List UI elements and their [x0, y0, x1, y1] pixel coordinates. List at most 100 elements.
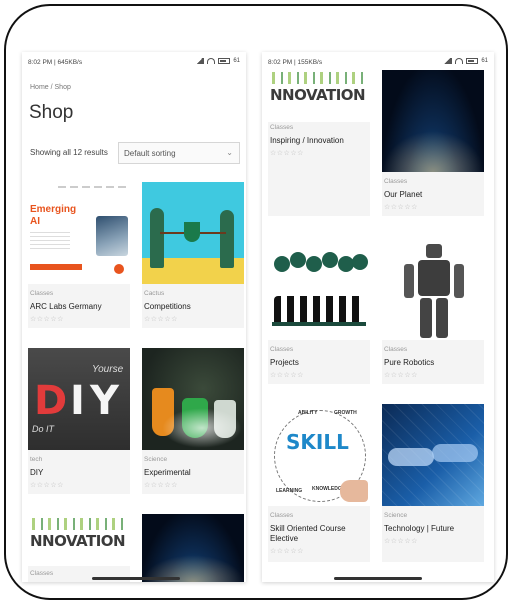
product-category[interactable]: Classes — [384, 346, 407, 353]
robot-arm — [404, 264, 414, 298]
product-category[interactable]: Classes — [30, 290, 53, 297]
star-rating: ☆☆☆☆☆ — [270, 548, 304, 555]
battery-icon — [466, 58, 479, 64]
signal-icon — [195, 58, 205, 64]
robot-leg — [420, 298, 432, 338]
product-image[interactable]: Emerging AI — [28, 182, 130, 284]
product-card[interactable]: NNOVATION Classes — [28, 514, 130, 582]
person-figure — [220, 210, 234, 268]
product-image[interactable]: ABILITY GROWTH SKILL LEARNING KNOWLEDGE — [268, 404, 370, 506]
earth-glow — [382, 131, 484, 172]
product-image[interactable]: NNOVATION — [28, 514, 130, 566]
robot-head — [426, 244, 442, 258]
website-chat-dot — [114, 264, 124, 274]
tree-graphic — [290, 252, 306, 268]
status-bar: 8:02 PM | 645KB/s 61 — [22, 52, 246, 74]
product-category[interactable]: Classes — [270, 346, 293, 353]
breadcrumb[interactable]: Home / Shop — [30, 84, 71, 91]
website-photo — [96, 216, 128, 256]
product-card[interactable]: Classes Our Planet ☆☆☆☆☆ — [382, 70, 484, 216]
product-image[interactable]: Yourse D I Y Do IT — [28, 348, 130, 450]
product-card[interactable] — [142, 514, 244, 582]
star-rating: ☆☆☆☆☆ — [30, 482, 64, 489]
mindmap-label: GROWTH — [334, 410, 357, 416]
product-name[interactable]: Experimental — [144, 468, 242, 478]
diy-letter: I — [70, 378, 85, 424]
product-category[interactable]: Classes — [270, 512, 293, 519]
wifi-icon — [455, 58, 464, 64]
product-image[interactable] — [268, 238, 370, 340]
product-name[interactable]: Inspiring / Innovation — [270, 136, 368, 146]
product-card[interactable]: ABILITY GROWTH SKILL LEARNING KNOWLEDGE … — [268, 404, 370, 562]
product-name[interactable]: DIY — [30, 468, 128, 478]
product-card[interactable]: Science Technology | Future ☆☆☆☆☆ — [382, 404, 484, 562]
diy-scribble: Do IT — [32, 424, 55, 434]
product-image[interactable] — [382, 70, 484, 172]
star-rating: ☆☆☆☆☆ — [144, 316, 178, 323]
hand-graphic — [340, 480, 368, 502]
signal-icon — [443, 58, 453, 64]
innovation-word: NNOVATION — [30, 532, 126, 550]
website-button-graphic — [30, 264, 82, 270]
diy-scribble: Yourse — [92, 364, 124, 375]
product-category[interactable]: Classes — [270, 124, 293, 131]
product-category[interactable]: Science — [384, 512, 407, 519]
innovation-word: NNOVATION — [270, 86, 366, 104]
product-category[interactable]: Classes — [30, 570, 53, 577]
mindmap-label: LEARNING — [276, 488, 303, 494]
product-name[interactable]: Competitions — [144, 302, 242, 312]
home-indicator[interactable] — [92, 577, 180, 580]
robot-arm — [454, 264, 464, 298]
website-headline: Emerging AI — [30, 204, 77, 227]
product-image[interactable]: NNOVATION — [268, 70, 370, 122]
star-rating: ☆☆☆☆☆ — [384, 372, 418, 379]
product-name[interactable]: Projects — [270, 358, 368, 368]
product-card[interactable]: NNOVATION Classes Inspiring / Innovation… — [268, 70, 370, 216]
result-count: Showing all 12 results — [30, 148, 108, 157]
tree-graphic — [274, 256, 290, 272]
product-category[interactable]: Science — [144, 456, 167, 463]
product-image[interactable] — [142, 348, 244, 450]
hand-graphic — [388, 448, 434, 466]
product-category[interactable]: tech — [30, 456, 42, 463]
product-card[interactable]: Classes Pure Robotics ☆☆☆☆☆ — [382, 238, 484, 384]
product-category[interactable]: Classes — [384, 178, 407, 185]
product-name[interactable]: ARC Labs Germany — [30, 302, 128, 312]
star-rating: ☆☆☆☆☆ — [270, 372, 304, 379]
diy-letter: Y — [90, 378, 119, 424]
battery-icon — [218, 58, 231, 64]
product-card[interactable]: Cactus Competitions ☆☆☆☆☆ — [142, 182, 244, 328]
product-image[interactable] — [142, 514, 244, 582]
status-icons: 61 — [195, 58, 240, 64]
product-card[interactable]: Emerging AI Classes ARC Labs Germany ☆☆☆… — [28, 182, 130, 328]
skill-word: SKILL — [286, 430, 349, 454]
sort-selected-value: Default sorting — [124, 149, 176, 158]
product-image[interactable] — [382, 238, 484, 340]
people-silhouettes — [274, 296, 364, 324]
product-image[interactable] — [142, 182, 244, 284]
robot-body — [418, 260, 450, 296]
status-time: 8:02 PM | 155KB/s — [268, 59, 323, 66]
product-category[interactable]: Cactus — [144, 290, 164, 297]
product-card[interactable]: Yourse D I Y Do IT tech DIY ☆☆☆☆☆ — [28, 348, 130, 494]
home-indicator[interactable] — [334, 577, 422, 580]
trophy-icon — [184, 222, 200, 242]
sort-select[interactable]: Default sorting ⌄ — [118, 142, 240, 164]
star-rating: ☆☆☆☆☆ — [30, 316, 64, 323]
wifi-icon — [207, 58, 216, 64]
product-name[interactable]: Pure Robotics — [384, 358, 482, 368]
smoke-graphic — [162, 408, 242, 448]
right-phone-screen: 8:02 PM | 155KB/s 61 NNOVATION Classes I… — [262, 52, 494, 582]
star-rating: ☆☆☆☆☆ — [144, 482, 178, 489]
product-name[interactable]: Our Planet — [384, 190, 482, 200]
doodle-graphic — [272, 72, 366, 84]
hand-graphic — [432, 444, 478, 462]
person-figure — [150, 208, 164, 268]
product-name[interactable]: Skill Oriented Course Elective — [270, 524, 368, 544]
product-image[interactable] — [382, 404, 484, 506]
chevron-down-icon: ⌄ — [226, 148, 233, 157]
product-name[interactable]: Technology | Future — [384, 524, 482, 534]
product-card[interactable]: Science Experimental ☆☆☆☆☆ — [142, 348, 244, 494]
battery-level: 61 — [481, 58, 488, 64]
product-card[interactable]: Classes Projects ☆☆☆☆☆ — [268, 238, 370, 384]
